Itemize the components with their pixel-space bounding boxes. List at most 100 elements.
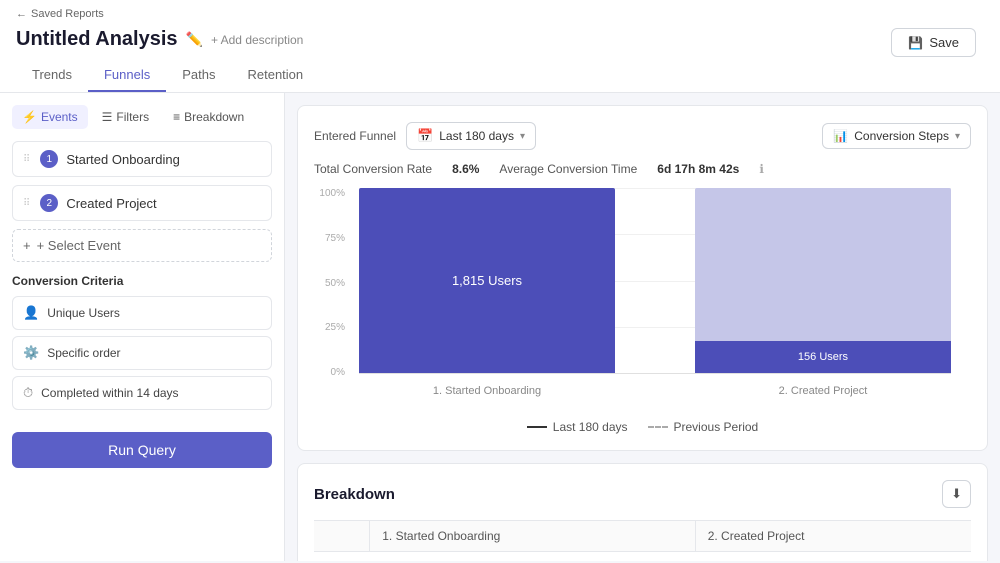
plus-icon: + xyxy=(23,238,31,253)
conversion-criteria-title: Conversion Criteria xyxy=(12,274,272,288)
stats-row: Total Conversion Rate 8.6% Average Conve… xyxy=(314,162,971,176)
legend-item-current: Last 180 days xyxy=(527,420,628,434)
grid-line-0 xyxy=(359,373,951,374)
breakdown-header: Breakdown ⬇ xyxy=(314,480,971,508)
legend-line-dashed xyxy=(648,426,668,428)
info-icon: ℹ xyxy=(759,162,764,176)
avg-conversion-time-label: Average Conversion Time xyxy=(499,162,637,176)
date-range-selector[interactable]: 📅 Last 180 days ▾ xyxy=(406,122,536,150)
filters-icon: ☰ xyxy=(102,110,113,124)
download-icon: ⬇ xyxy=(951,486,962,501)
y-label-75: 75% xyxy=(325,233,345,244)
tab-funnels[interactable]: Funnels xyxy=(88,59,166,92)
save-label: Save xyxy=(929,35,959,50)
panel-tab-events[interactable]: ⚡ Events xyxy=(12,105,88,129)
edit-icon[interactable]: ✏️ xyxy=(186,31,203,48)
saved-reports-link[interactable]: ← Saved Reports xyxy=(16,0,303,24)
y-label-25: 25% xyxy=(325,322,345,333)
select-event-button[interactable]: + + Select Event xyxy=(12,229,272,262)
save-icon: 💾 xyxy=(908,36,923,50)
event-item-1[interactable]: ⠿ 1 Started Onboarding xyxy=(12,141,272,177)
bar-group-1: 1,815 Users 1. Started Onboarding xyxy=(359,188,615,373)
page-title: Untitled Analysis xyxy=(16,28,178,51)
criteria-specific-order-label: Specific order xyxy=(47,346,120,360)
right-panel: Entered Funnel 📅 Last 180 days ▾ 📊 Conve… xyxy=(285,93,1000,561)
breakdown-title: Breakdown xyxy=(314,486,395,503)
y-label-100: 100% xyxy=(319,188,345,199)
top-bar: ← Saved Reports Untitled Analysis ✏️ + A… xyxy=(0,0,1000,93)
y-label-0: 0% xyxy=(331,367,345,378)
run-query-button[interactable]: Run Query xyxy=(12,432,272,468)
view-selector[interactable]: 📊 Conversion Steps ▾ xyxy=(822,123,971,149)
entered-funnel-label: Entered Funnel xyxy=(314,129,396,143)
breakdown-col-1: 1. Started Onboarding xyxy=(370,521,695,552)
add-description-link[interactable]: + Add description xyxy=(211,33,303,47)
bar-chart-icon: 📊 xyxy=(833,129,848,143)
clock-icon: ⏱ xyxy=(23,385,33,401)
bar-2-axis-label: 2. Created Project xyxy=(779,385,868,397)
bar-1-label: 1,815 Users xyxy=(452,273,522,288)
calendar-icon: 📅 xyxy=(417,128,433,144)
bar-2-dark: 156 Users xyxy=(695,341,951,373)
chart-header: Entered Funnel 📅 Last 180 days ▾ 📊 Conve… xyxy=(314,122,971,150)
tab-trends[interactable]: Trends xyxy=(16,59,88,92)
legend-line-solid xyxy=(527,426,547,428)
tab-paths[interactable]: Paths xyxy=(166,59,231,92)
date-range-label: Last 180 days xyxy=(439,129,514,143)
breakdown-tab-label: Breakdown xyxy=(184,110,244,124)
bar-group-2: 156 Users 2. Created Project xyxy=(695,188,951,373)
chart-legend: Last 180 days Previous Period xyxy=(314,420,971,434)
main-tabs: Trends Funnels Paths Retention xyxy=(16,59,984,92)
event-label-1: Started Onboarding xyxy=(66,152,179,167)
bars-area: 1,815 Users 1. Started Onboarding 156 Us… xyxy=(359,188,951,373)
breakdown-col-2: 2. Created Project xyxy=(695,521,971,552)
events-tab-label: Events xyxy=(41,110,78,124)
event-label-2: Created Project xyxy=(66,196,156,211)
panel-tab-breakdown[interactable]: ≡ Breakdown xyxy=(163,105,254,129)
back-arrow-icon: ← xyxy=(16,8,27,20)
breakdown-icon: ≡ xyxy=(173,110,180,124)
view-label: Conversion Steps xyxy=(854,129,949,143)
drag-handle-icon-2: ⠿ xyxy=(23,198,30,209)
main-layout: ⚡ Events ☰ Filters ≡ Breakdown ⠿ 1 Start… xyxy=(0,93,1000,561)
bar-2-light: 156 Users xyxy=(695,188,951,373)
event-num-2: 2 xyxy=(40,194,58,212)
download-button[interactable]: ⬇ xyxy=(942,480,971,508)
bar-2-label: 156 Users xyxy=(798,351,848,363)
y-axis: 100% 75% 50% 25% 0% xyxy=(314,188,349,378)
event-num-1: 1 xyxy=(40,150,58,168)
chevron-down-icon-2: ▾ xyxy=(955,131,960,142)
legend-previous-label: Previous Period xyxy=(674,420,759,434)
criteria-completed-within-label: Completed within 14 days xyxy=(41,386,178,400)
total-conversion-rate-label: Total Conversion Rate xyxy=(314,162,432,176)
criteria-specific-order[interactable]: ⚙️ Specific order xyxy=(12,336,272,370)
criteria-unique-users-label: Unique Users xyxy=(47,306,120,320)
chart-section: Entered Funnel 📅 Last 180 days ▾ 📊 Conve… xyxy=(297,105,988,451)
tab-retention[interactable]: Retention xyxy=(231,59,319,92)
title-row: Untitled Analysis ✏️ + Add description xyxy=(16,24,303,59)
y-label-50: 50% xyxy=(325,278,345,289)
gear-icon: ⚙️ xyxy=(23,345,39,361)
drag-handle-icon: ⠿ xyxy=(23,154,30,165)
legend-current-label: Last 180 days xyxy=(553,420,628,434)
select-event-label: + Select Event xyxy=(37,238,121,253)
criteria-unique-users[interactable]: 👤 Unique Users xyxy=(12,296,272,330)
breakdown-section: Breakdown ⬇ 1. Started Onboarding 2. Cre… xyxy=(297,463,988,561)
breakdown-col-empty xyxy=(314,521,370,552)
event-item-2[interactable]: ⠿ 2 Created Project xyxy=(12,185,272,221)
chart-area: 100% 75% 50% 25% 0% xyxy=(314,188,971,408)
legend-item-previous: Previous Period xyxy=(648,420,759,434)
save-button[interactable]: 💾 Save xyxy=(891,28,976,57)
bar-1-axis-label: 1. Started Onboarding xyxy=(433,385,541,397)
criteria-completed-within[interactable]: ⏱ Completed within 14 days xyxy=(12,376,272,410)
breakdown-table: 1. Started Onboarding 2. Created Project xyxy=(314,520,971,552)
avg-conversion-time-value: 6d 17h 8m 42s xyxy=(657,162,739,176)
total-conversion-rate-value: 8.6% xyxy=(452,162,479,176)
left-panel: ⚡ Events ☰ Filters ≡ Breakdown ⠿ 1 Start… xyxy=(0,93,285,561)
bar-1: 1,815 Users xyxy=(359,188,615,373)
saved-reports-label: Saved Reports xyxy=(31,8,104,20)
chevron-down-icon: ▾ xyxy=(520,131,525,142)
panel-tab-filters[interactable]: ☰ Filters xyxy=(92,105,159,129)
panel-tabs: ⚡ Events ☰ Filters ≡ Breakdown xyxy=(12,105,272,129)
filters-tab-label: Filters xyxy=(116,110,149,124)
